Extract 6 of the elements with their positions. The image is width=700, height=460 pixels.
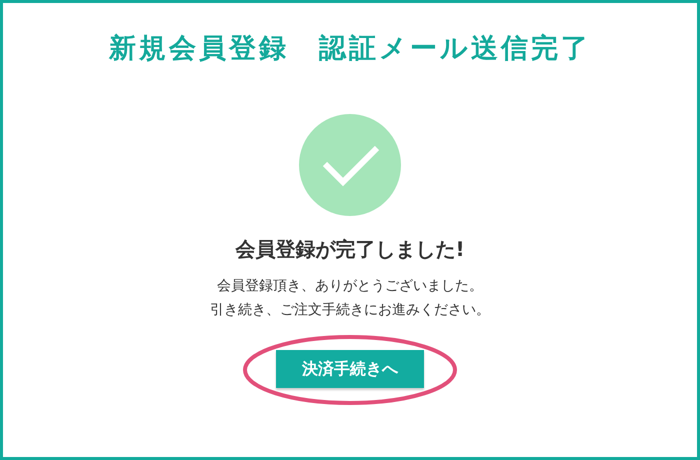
message-line: 会員登録頂き、ありがとうございました。 xyxy=(217,276,483,296)
page-title: 新規会員登録 認証メール送信完了 xyxy=(109,32,591,66)
check-circle-icon xyxy=(299,114,401,216)
success-heading: 会員登録が完了しました! xyxy=(235,236,465,262)
message-line: 引き続き、ご注文手続きにお進みください。 xyxy=(210,300,490,320)
payment-button[interactable]: 決済手続きへ xyxy=(276,350,424,388)
